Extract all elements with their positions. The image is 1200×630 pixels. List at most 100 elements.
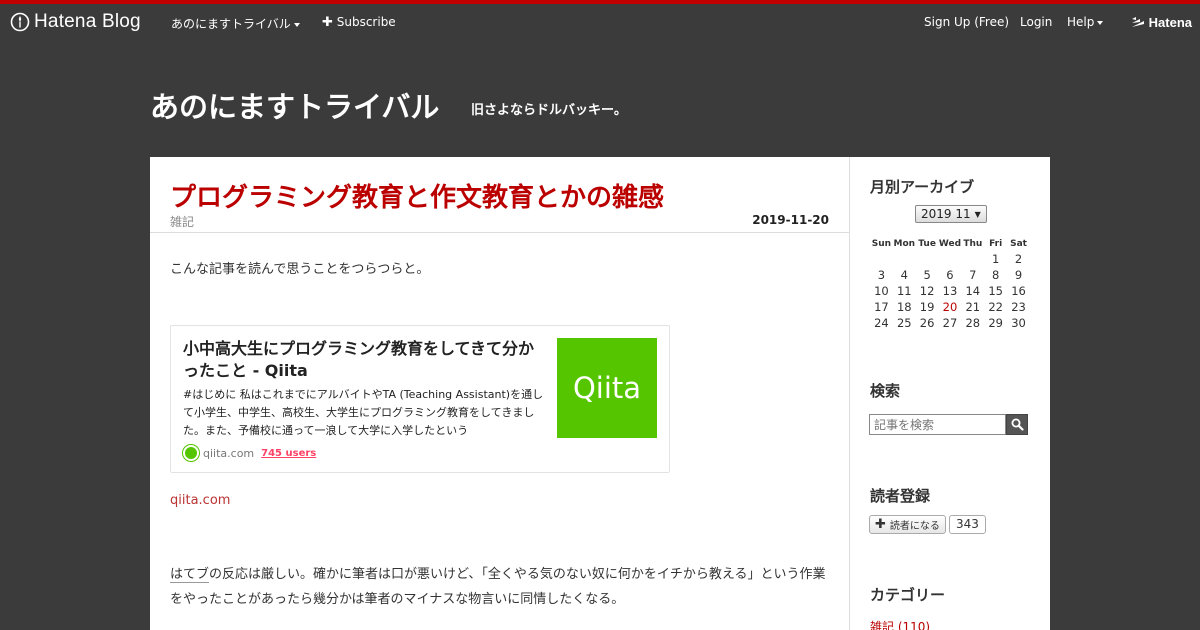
calendar-day: 25 <box>896 316 912 330</box>
calendar-day: 27 <box>942 316 958 330</box>
embed-card-thumbnail[interactable]: Qiita <box>557 338 657 438</box>
qiita-favicon-icon <box>183 445 199 461</box>
calendar-weekday: Wed <box>938 239 962 249</box>
calendar-day: 15 <box>988 284 1003 298</box>
help-menu[interactable]: Help <box>1067 15 1104 29</box>
logo-text: Hatena Blog <box>34 11 141 32</box>
signup-link[interactable]: Sign Up (Free) <box>924 15 1009 29</box>
category-title: カテゴリー <box>870 586 946 604</box>
embed-card-description: #はじめに 私はこれまでにアルバイトやTA (Teaching Assistan… <box>183 388 544 437</box>
subscribe-button[interactable]: ✚ 読者になる <box>869 515 946 534</box>
calendar-weekday: Sat <box>1010 239 1027 249</box>
caret-down-icon <box>1097 20 1104 25</box>
calendar-day: 5 <box>923 268 931 282</box>
entry-divider <box>150 232 849 233</box>
month-select[interactable]: 2019 11 ▼ <box>915 205 987 223</box>
calendar-day: 9 <box>1014 268 1023 282</box>
qiita-logo-text: Qiita <box>572 371 642 405</box>
calendar-day: 2 <box>1014 252 1023 266</box>
subscribe-link[interactable]: ✚ Subscribe <box>322 15 396 30</box>
calendar-day <box>870 251 893 267</box>
calendar-day: 12 <box>919 284 935 298</box>
entry-category[interactable]: 雑記 <box>170 213 194 230</box>
search-button[interactable] <box>1006 414 1028 435</box>
search-icon <box>1011 418 1024 431</box>
plus-icon: ✚ <box>875 517 886 532</box>
hatena-blog-logo[interactable]: Hatena Blog <box>10 10 141 34</box>
caret-down-icon <box>293 22 300 27</box>
category-item[interactable]: 雑記 (110) <box>870 618 930 630</box>
calendar-day: 23 <box>1011 300 1026 314</box>
login-link[interactable]: Login <box>1020 15 1052 29</box>
calendar-day: 8 <box>991 268 1000 282</box>
calendar-day: 7 <box>969 268 977 282</box>
calendar-day: 21 <box>965 300 981 314</box>
sidebar: 月別アーカイブ 2019 11 ▼ Sun Mon Tue Wed Thu Fri Sat … <box>850 157 1050 630</box>
hatena-blog-logo-icon <box>10 12 30 32</box>
hatena-link[interactable]: Hatena <box>1131 15 1192 30</box>
subscribe-label: Subscribe <box>336 15 396 29</box>
hatena-label: Hatena <box>1148 15 1192 30</box>
blog-menu[interactable]: あのにますトライバル <box>171 15 300 32</box>
blog-title[interactable]: あのにますトライバル <box>150 84 439 126</box>
month-select-value: 2019 11 <box>921 207 971 221</box>
entry-title[interactable]: プログラミング教育と作文教育とかの雑感 <box>170 177 664 214</box>
triangle-down-icon: ▼ <box>974 209 981 219</box>
calendar-day[interactable]: 20 <box>939 299 962 315</box>
entry-paragraph: はてブの反応は厳しい。確かに筆者は口が悪いけど、「全くやる気のない奴に何かをイチ… <box>170 562 832 612</box>
calendar-weekday: Thu <box>963 239 983 249</box>
calendar-day: 18 <box>896 300 912 314</box>
calendar-week: 34 5 6 789 <box>870 267 1030 283</box>
blog-description: 旧さよならドルバッキー。 <box>471 103 627 118</box>
calendar-day <box>939 251 962 267</box>
calendar-day: 1 <box>991 252 1000 266</box>
calendar-week: 12 <box>870 251 1030 267</box>
calendar-day <box>961 251 984 267</box>
source-link[interactable]: qiita.com <box>170 493 230 508</box>
embed-card-title[interactable]: 小中高大生にプログラミング教育をしてきて分かったこと - Qiita <box>183 338 548 382</box>
calendar-day: 30 <box>1011 316 1026 330</box>
calendar-day: 6 <box>946 268 954 282</box>
blog-menu-label: あのにますトライバル <box>171 17 291 31</box>
calendar-weekday: Tue <box>918 239 936 249</box>
subscribe-title: 読者登録 <box>870 487 931 505</box>
calendar-weekday: Mon <box>893 239 916 249</box>
entry-date[interactable]: 2019-11-20 <box>752 213 829 227</box>
subscribe-button-label: 読者になる <box>889 521 940 532</box>
bookmark-users-count[interactable]: 745 users <box>261 448 316 459</box>
embed-card-footer: qiita.com 745 users <box>183 445 316 461</box>
calendar-day: 10 <box>874 284 889 298</box>
global-header: Hatena Blog あのにますトライバル ✚ Subscribe Sign … <box>0 4 1200 40</box>
plus-icon: ✚ <box>322 15 333 30</box>
calendar-week: 10 11 12 13 14 15 16 <box>870 283 1030 299</box>
calendar-day: 11 <box>896 284 912 298</box>
calendar-weekday: Fri <box>989 239 1003 249</box>
calendar-day: 24 <box>874 316 889 330</box>
calendar-day <box>916 251 939 267</box>
main-content: プログラミング教育と作文教育とかの雑感 雑記 2019-11-20 こんな記事を… <box>150 157 850 630</box>
calendar-day: 19 <box>919 300 935 314</box>
calendar-day: 22 <box>988 300 1003 314</box>
embed-card-domain[interactable]: qiita.com <box>203 447 254 460</box>
hatena-icon <box>1131 16 1144 27</box>
calendar-day: 17 <box>874 300 889 314</box>
paragraph-text: の反応は厳しい。確かに筆者は口が悪いけど、「全くやる気のない奴に何かをイチから教… <box>170 567 826 607</box>
search-title: 検索 <box>870 382 901 400</box>
archive-calendar: Sun Mon Tue Wed Thu Fri Sat 1 2 3 4 5 6 7 8 9 10 11 12 13 1… <box>870 237 1030 331</box>
calendar-day: 14 <box>965 284 981 298</box>
calendar-day: 4 <box>900 268 908 282</box>
calendar-day: 13 <box>942 284 958 298</box>
calendar-day: 29 <box>988 316 1003 330</box>
entry-paragraph: こんな記事を読んで思うことをつらつらと。 <box>170 262 430 277</box>
calendar-day: 26 <box>919 316 935 330</box>
archive-title: 月別アーカイブ <box>870 178 975 196</box>
search-input[interactable] <box>869 414 1006 435</box>
embed-card[interactable]: 小中高大生にプログラミング教育をしてきて分かったこと - Qiita #はじめに… <box>170 325 670 473</box>
calendar-week: 24 25 26 27 28 29 30 <box>870 315 1030 331</box>
calendar-day: 3 <box>877 268 886 282</box>
calendar-day: 16 <box>1011 284 1026 298</box>
keyword-link[interactable]: はてブ <box>170 567 210 583</box>
calendar-day <box>893 251 916 267</box>
subscriber-count: 343 <box>949 515 986 534</box>
calendar-week: 17 18 19 20 21 22 23 <box>870 299 1030 315</box>
